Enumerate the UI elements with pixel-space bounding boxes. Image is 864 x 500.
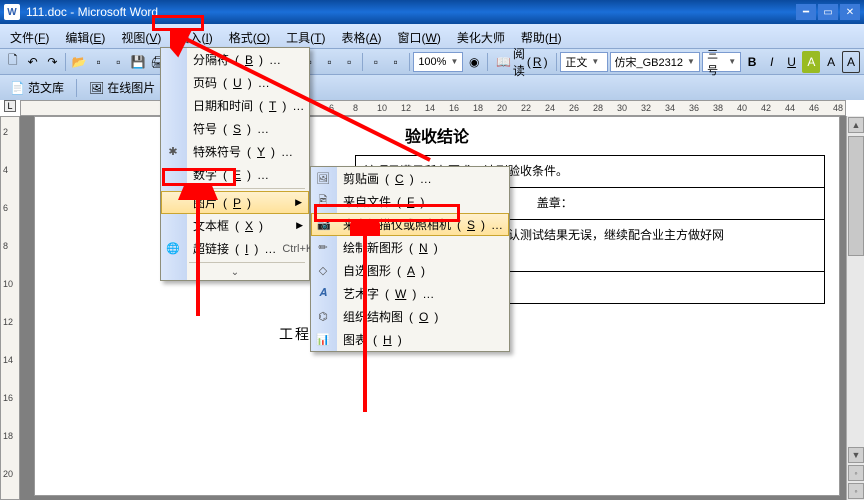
chevron-right-icon: ▶ (296, 220, 303, 231)
picture-submenu: 🖼剪贴画(C)… 🖻来自文件(F)… 📷来自扫描仪或照相机(S)… ✏绘制新图形… (310, 166, 510, 352)
maximize-button[interactable]: ▭ (818, 4, 838, 20)
close-button[interactable]: ✕ (840, 4, 860, 20)
asterisk-icon: ✱ (165, 144, 181, 160)
menu-edit[interactable]: 编辑(E) (59, 27, 111, 48)
menu-file[interactable]: 文件(F) (4, 27, 55, 48)
char-shade-button[interactable]: A (802, 51, 820, 73)
open-button[interactable]: 📂 (70, 51, 88, 73)
menu-beautify[interactable]: 美化大师 (451, 27, 511, 48)
standard-toolbar: 🗋 ↶ ↷ 📂 ▫ ▫ 💾 🖨 ▫ ▫ ▫ ▫ ▫ ▫ ▫ ▫ ▫ ▫ ▫ 10… (0, 48, 864, 74)
menu-table[interactable]: 表格(A) (336, 27, 388, 48)
minimize-button[interactable]: ━ (796, 4, 816, 20)
title-text: 111.doc - Microsoft Word (26, 5, 796, 19)
submenu-from-scanner[interactable]: 📷来自扫描仪或照相机(S)… (311, 213, 509, 236)
submenu-wordart[interactable]: 𝑨艺术字(W)… (311, 282, 509, 305)
insert-dropdown: 分隔符(B)… 页码(U)… 日期和时间(T)… 符号(S)… ✱特殊符号(Y)… (160, 47, 310, 281)
toolbar-button[interactable]: ◉ (465, 51, 483, 73)
tab-selector[interactable]: L (4, 100, 16, 112)
menu-item-pagenum[interactable]: 页码(U)… (161, 71, 309, 94)
menu-item-picture[interactable]: 图片(P)▶ (161, 191, 309, 214)
online-image-button[interactable]: 🖼 在线图片 (83, 77, 161, 99)
new-doc-button[interactable]: 🗋 (4, 51, 22, 73)
font-combo[interactable]: 仿宋_GB2312▼ (610, 52, 701, 72)
underline-button[interactable]: U (783, 51, 801, 73)
menu-item-datetime[interactable]: 日期和时间(T)… (161, 94, 309, 117)
orgchart-icon: ⌬ (315, 309, 331, 325)
image-file-icon: 🖻 (315, 194, 331, 210)
menu-window[interactable]: 窗口(W) (392, 27, 447, 48)
shapes-icon: ◇ (315, 263, 331, 279)
submenu-orgchart[interactable]: ⌬组织结构图(O) (311, 305, 509, 328)
title-bar: W 111.doc - Microsoft Word ━ ▭ ✕ (0, 0, 864, 24)
undo-button[interactable]: ↶ (24, 51, 42, 73)
menu-item-symbol[interactable]: 符号(S)… (161, 117, 309, 140)
drawing-icon: ✏ (315, 240, 331, 256)
wordart-icon: 𝑨 (315, 286, 331, 302)
submenu-clipart[interactable]: 🖼剪贴画(C)… (311, 167, 509, 190)
menu-item-hyperlink[interactable]: 🌐超链接(I)…Ctrl+K (161, 237, 309, 260)
menu-bar: 文件(F) 编辑(E) 视图(V) 插入(I) 格式(O) 工具(T) 表格(A… (0, 24, 864, 48)
toolbar-button[interactable]: ▫ (90, 51, 108, 73)
horizontal-ruler[interactable]: 2468101214161820222426283032343638404244… (20, 100, 846, 116)
scanner-icon: 📷 (316, 217, 332, 233)
toolbar-button[interactable]: ▫ (340, 51, 358, 73)
fontsize-combo[interactable]: 三号▼ (702, 52, 741, 72)
zoom-combo[interactable]: 100%▼ (413, 52, 463, 72)
menu-format[interactable]: 格式(O) (223, 27, 276, 48)
submenu-chart[interactable]: 📊图表(H) (311, 328, 509, 351)
toolbar-button[interactable]: ▫ (110, 51, 128, 73)
secondary-toolbar: 📄 范文库 🖼 在线图片 (0, 74, 864, 100)
toolbar-button[interactable]: ▫ (367, 51, 385, 73)
app-icon: W (4, 4, 20, 20)
chart-icon: 📊 (315, 332, 331, 348)
prev-page-button[interactable]: ◦ (848, 465, 864, 481)
bold-button[interactable]: B (743, 51, 761, 73)
vertical-scrollbar[interactable]: ▲ ▼ ◦ ◦ (846, 116, 864, 500)
menu-item-separator[interactable]: 分隔符(B)… (161, 48, 309, 71)
menu-item-textbox[interactable]: 文本框(X)▶ (161, 214, 309, 237)
submenu-fromfile[interactable]: 🖻来自文件(F)… (311, 190, 509, 213)
redo-button[interactable]: ↷ (44, 51, 62, 73)
clipart-icon: 🖼 (315, 171, 331, 187)
menu-insert[interactable]: 插入(I) (171, 27, 218, 48)
save-button[interactable]: 💾 (129, 51, 147, 73)
char-accent-button[interactable]: A (822, 51, 840, 73)
chevron-right-icon: ▶ (295, 197, 302, 208)
char-border-button[interactable]: A (842, 51, 860, 73)
vertical-ruler[interactable]: 2468101214161820 (0, 116, 20, 500)
doc-heading: 验收结论 (35, 117, 839, 147)
toolbar-button[interactable]: ▫ (387, 51, 405, 73)
italic-button[interactable]: I (763, 51, 781, 73)
menu-tools[interactable]: 工具(T) (280, 27, 331, 48)
menu-item-number[interactable]: 数字(E)… (161, 163, 309, 186)
menu-view[interactable]: 视图(V) (115, 27, 167, 48)
template-lib-button[interactable]: 📄 范文库 (4, 77, 70, 99)
next-page-button[interactable]: ◦ (848, 483, 864, 499)
menu-item-specialchar[interactable]: ✱特殊符号(Y)… (161, 140, 309, 163)
toolbar-button[interactable]: ▫ (321, 51, 339, 73)
globe-icon: 🌐 (165, 241, 181, 257)
scroll-down-button[interactable]: ▼ (848, 447, 864, 463)
scroll-up-button[interactable]: ▲ (848, 117, 864, 133)
submenu-new-drawing[interactable]: ✏绘制新图形(N) (311, 236, 509, 259)
submenu-autoshapes[interactable]: ◇自选图形(A) (311, 259, 509, 282)
scroll-thumb[interactable] (848, 136, 864, 256)
read-button[interactable]: 📖 阅读(R) (492, 51, 552, 73)
style-combo[interactable]: 正文▼ (560, 52, 607, 72)
